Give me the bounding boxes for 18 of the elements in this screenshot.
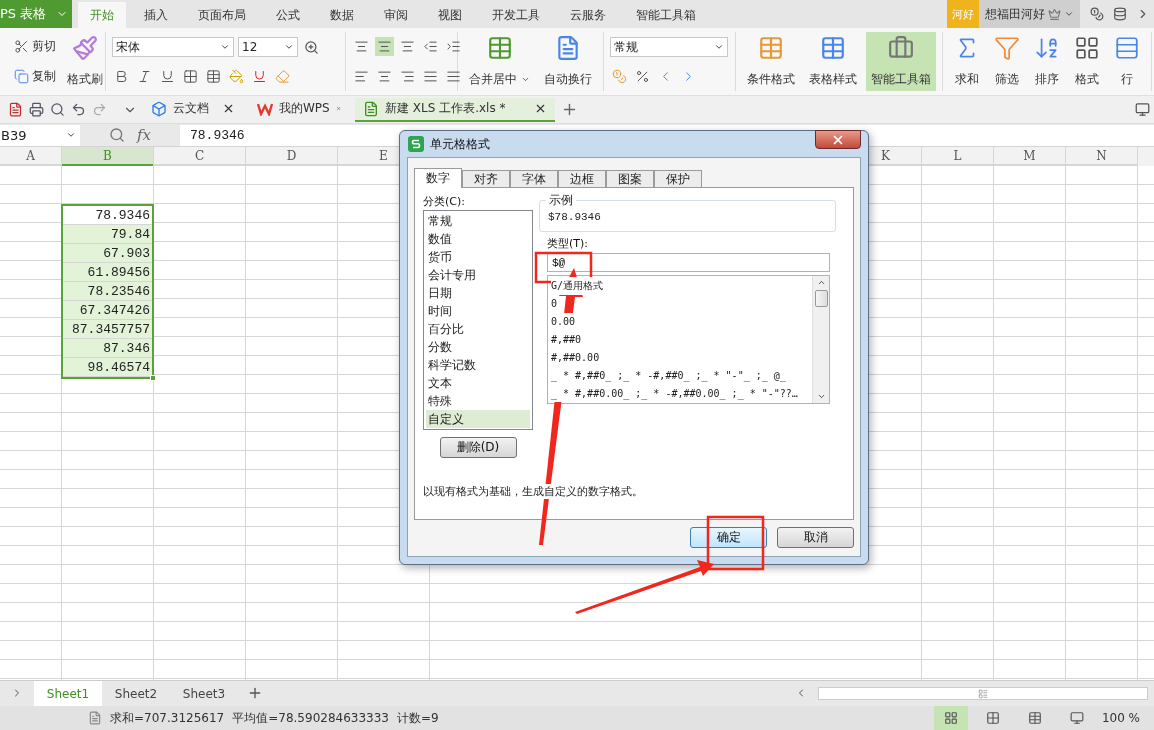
table-cell: 67.903 <box>63 244 152 263</box>
sample-label: 示例 <box>546 192 576 209</box>
type-label: 类型(T): <box>547 236 589 251</box>
table-cell: 78.23546 <box>63 282 152 301</box>
table-cell: 67.347426 <box>63 301 152 320</box>
table-cell: 61.89456 <box>63 263 152 282</box>
table-cell: 87.3457757 <box>63 320 152 339</box>
sample-value: $78.9346 <box>548 211 601 223</box>
user-badge: 河好 <box>947 0 979 28</box>
user-name: 想福田河好 <box>985 5 1045 23</box>
count-text: 计数=9 <box>397 709 439 727</box>
table-cell: 98.46574 <box>63 358 152 377</box>
average-text: 平均值=78.590284633333 <box>232 709 389 727</box>
table-cell: 87.346 <box>63 339 152 358</box>
dialog-title: 单元格格式 <box>430 135 491 153</box>
category-label: 分类(C): <box>423 194 466 209</box>
table-cell: 79.84 <box>63 225 152 244</box>
sum-text: 求和=707.3125617 <box>110 709 225 727</box>
